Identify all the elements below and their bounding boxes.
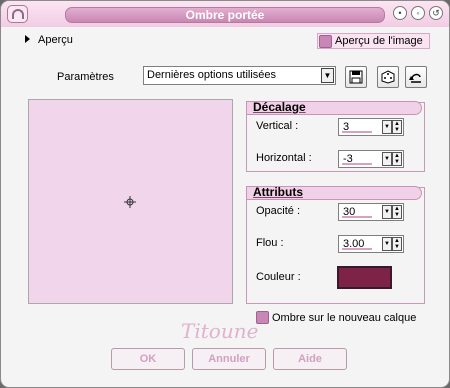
apercu-image-checkbox-row[interactable]: Aperçu de l'image <box>317 33 430 49</box>
window-title: Ombre portée <box>185 8 265 22</box>
dialog-window: Ombre portée • ◦ ↺ Aperçu Aperçu de l'im… <box>0 0 450 388</box>
expand-triangle-icon <box>25 35 30 43</box>
preview-toggle-label: Aperçu <box>38 34 73 46</box>
apercu-image-checkbox[interactable] <box>319 34 332 48</box>
apercu-image-label: Aperçu de l'image <box>335 35 423 47</box>
parametres-value: Dernières options utilisées <box>147 69 277 81</box>
spin-arrows-icon[interactable]: ▲ ▼ <box>392 120 402 134</box>
parametres-select[interactable]: Dernières options utilisées ▼ <box>143 66 336 85</box>
parametres-label: Paramètres <box>57 71 114 83</box>
random-button[interactable] <box>377 66 399 88</box>
floppy-disk-icon <box>349 70 363 84</box>
opacite-spinbox[interactable]: 30 ▼ ▲ ▼ <box>338 203 404 221</box>
flou-label: Flou : <box>256 237 284 249</box>
horizontal-spinbox[interactable]: -3 ▼ ▲ ▼ <box>338 150 404 168</box>
dropdown-arrow-icon[interactable]: ▼ <box>382 152 392 166</box>
chevron-down-icon[interactable]: ▼ <box>321 68 334 83</box>
opacite-slider-bar[interactable] <box>342 216 372 218</box>
save-preset-button[interactable] <box>345 66 367 88</box>
spin-arrows-icon[interactable]: ▲ ▼ <box>392 237 402 251</box>
new-layer-label: Ombre sur le nouveau calque <box>272 311 417 324</box>
attributs-title: Attributs <box>253 185 303 199</box>
preview-toggle[interactable]: Aperçu <box>25 34 73 46</box>
horizontal-slider-bar[interactable] <box>342 163 372 165</box>
vertical-spinbox[interactable]: 3 ▼ ▲ ▼ <box>338 118 404 136</box>
vertical-slider-bar[interactable] <box>342 131 372 133</box>
move-cursor-icon <box>124 196 136 208</box>
system-menu-icon[interactable] <box>7 5 28 23</box>
new-layer-checkbox-row[interactable]: Ombre sur le nouveau calque <box>256 311 416 324</box>
help-button[interactable]: Aide <box>273 348 347 370</box>
cancel-button[interactable]: Annuler <box>192 348 266 370</box>
spin-arrows-icon[interactable]: ▲ ▼ <box>392 205 402 219</box>
opacite-label: Opacité : <box>256 205 301 217</box>
title-bar: Ombre portée • ◦ ↺ <box>1 1 449 27</box>
horizontal-label: Horizontal : <box>256 152 312 164</box>
maximize-icon[interactable]: ◦ <box>411 6 425 20</box>
dice-icon <box>381 70 395 84</box>
spin-arrows-icon[interactable]: ▲ ▼ <box>392 152 402 166</box>
dropdown-arrow-icon[interactable]: ▼ <box>382 120 392 134</box>
signature-watermark: Titoune <box>181 319 259 343</box>
decalage-title: Décalage <box>253 100 306 114</box>
couleur-swatch[interactable] <box>337 266 392 289</box>
flou-spinbox[interactable]: 3.00 ▼ ▲ ▼ <box>338 235 404 253</box>
flou-slider-bar[interactable] <box>342 248 372 250</box>
preview-area[interactable] <box>28 99 233 304</box>
ok-button[interactable]: OK <box>111 348 185 370</box>
reset-arrow-icon <box>409 73 421 83</box>
close-icon[interactable]: ↺ <box>429 6 443 20</box>
reset-button[interactable] <box>405 66 427 88</box>
minimize-icon[interactable]: • <box>393 6 407 20</box>
vertical-label: Vertical : <box>256 120 299 132</box>
dropdown-arrow-icon[interactable]: ▼ <box>382 205 392 219</box>
dropdown-arrow-icon[interactable]: ▼ <box>382 237 392 251</box>
couleur-label: Couleur : <box>256 271 301 283</box>
